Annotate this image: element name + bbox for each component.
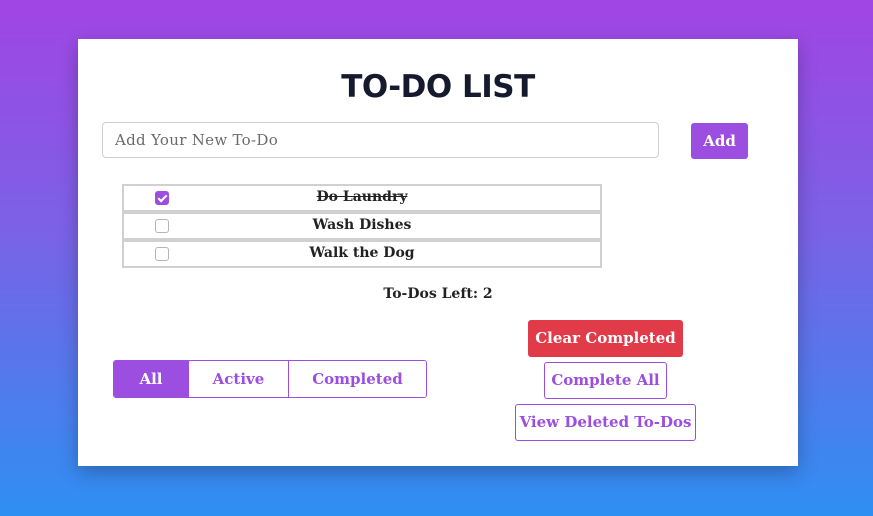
filter-group: All Active Completed: [113, 360, 427, 398]
new-todo-input[interactable]: [102, 122, 659, 158]
filter-all[interactable]: All: [114, 361, 188, 397]
todo-item: Wash Dishes: [122, 212, 602, 240]
filter-active[interactable]: Active: [188, 361, 288, 397]
page-title: TO-DO LIST: [341, 69, 535, 105]
add-button[interactable]: Add: [691, 123, 748, 159]
clear-completed-button[interactable]: Clear Completed: [528, 320, 683, 357]
todo-card: TO-DO LIST Add Do Laundry Wash Dishes Wa…: [78, 39, 798, 466]
todo-text[interactable]: Walk the Dog: [124, 245, 600, 261]
todo-text[interactable]: Wash Dishes: [124, 217, 600, 233]
todos-left-count: To-Dos Left: 2: [383, 286, 493, 302]
todo-item: Do Laundry: [122, 184, 602, 212]
view-deleted-button[interactable]: View Deleted To-Dos: [515, 404, 696, 441]
filter-completed[interactable]: Completed: [288, 361, 426, 397]
todo-item: Walk the Dog: [122, 240, 602, 268]
todo-list: Do Laundry Wash Dishes Walk the Dog: [122, 184, 602, 268]
complete-all-button[interactable]: Complete All: [544, 362, 667, 399]
todo-text[interactable]: Do Laundry: [124, 189, 600, 205]
